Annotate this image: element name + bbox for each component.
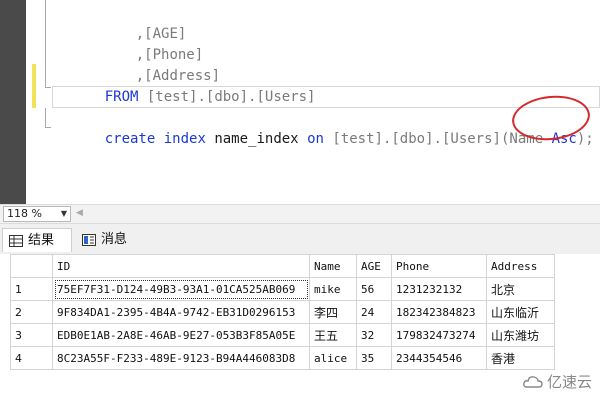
fold-guide-end — [45, 127, 51, 128]
cell-address[interactable]: 山东潍坊 — [486, 323, 555, 347]
table-row: 2 9F834DA1-2395-4B4A-9742-EB31D0296153 李… — [10, 300, 555, 324]
zoom-dropdown[interactable]: 118 % ▼ — [3, 206, 71, 222]
table-row: 3 EDB0E1AB-2A8E-46AB-9E27-053B3F85A05E 王… — [10, 323, 555, 347]
column-header[interactable]: Name — [309, 254, 357, 278]
results-grid-area: ID Name AGE Phone Address 1 75EF7F31-D12… — [0, 254, 600, 400]
cell-name[interactable]: mike — [309, 277, 357, 301]
sql-editor[interactable]: ,[AGE] ,[Phone] ,[Address] FROM [test].[… — [0, 0, 600, 204]
message-icon — [82, 234, 96, 246]
column-header[interactable]: AGE — [356, 254, 392, 278]
cell-name[interactable]: alice — [309, 346, 357, 370]
row-number[interactable]: 4 — [10, 346, 53, 370]
cell-name[interactable]: 王五 — [309, 323, 357, 347]
watermark-text: 亿速云 — [546, 373, 592, 391]
watermark: 亿速云 — [523, 371, 592, 392]
cell-id[interactable]: 8C23A55F-F233-489E-9123-B94A446083D8 — [52, 346, 310, 370]
chevron-down-icon: ▼ — [60, 209, 67, 218]
fold-guide-end — [45, 87, 51, 88]
cell-age[interactable]: 32 — [356, 323, 392, 347]
column-header[interactable]: ID — [52, 254, 310, 278]
zoom-bar: 118 % ▼ ◀ — [0, 204, 600, 224]
results-table[interactable]: ID Name AGE Phone Address 1 75EF7F31-D12… — [10, 254, 555, 370]
result-tabs: 结果 消息 — [0, 224, 600, 254]
cell-phone[interactable]: 179832473274 — [391, 323, 487, 347]
cell-address[interactable]: 北京 — [486, 277, 555, 301]
row-number[interactable]: 3 — [10, 323, 53, 347]
cell-name[interactable]: 李四 — [309, 300, 357, 324]
change-indicator — [32, 64, 36, 88]
table-row: 4 8C23A55F-F233-489E-9123-B94A446083D8 a… — [10, 346, 555, 370]
fold-guide — [45, 0, 46, 88]
cell-phone[interactable]: 182342384823 — [391, 300, 487, 324]
tab-messages-label: 消息 — [101, 232, 128, 247]
grid-icon — [9, 234, 23, 247]
cell-phone[interactable]: 1231232132 — [391, 277, 487, 301]
tab-results[interactable]: 结果 — [2, 228, 72, 252]
tab-messages[interactable]: 消息 — [76, 228, 140, 252]
editor-left-panel — [0, 0, 26, 204]
cell-age[interactable]: 56 — [356, 277, 392, 301]
scroll-left-arrow-icon[interactable]: ◀ — [76, 208, 83, 218]
cloud-logo-icon — [523, 375, 543, 388]
code-line-phone[interactable]: ,[Phone] — [102, 25, 203, 63]
cell-id[interactable]: 75EF7F31-D124-49B3-93A1-01CA525AB069 — [52, 277, 310, 301]
column-header[interactable]: Address — [486, 254, 555, 278]
cell-address[interactable]: 香港 — [486, 346, 555, 370]
cell-id[interactable]: 9F834DA1-2395-4B4A-9742-EB31D0296153 — [52, 300, 310, 324]
cell-address[interactable]: 山东临沂 — [486, 300, 555, 324]
table-header-row: ID Name AGE Phone Address — [10, 254, 555, 278]
corner-cell[interactable] — [10, 254, 53, 278]
cell-age[interactable]: 24 — [356, 300, 392, 324]
change-indicator — [32, 88, 36, 108]
cell-phone[interactable]: 2344354546 — [391, 346, 487, 370]
cell-age[interactable]: 35 — [356, 346, 392, 370]
row-number[interactable]: 2 — [10, 300, 53, 324]
cell-id[interactable]: EDB0E1AB-2A8E-46AB-9E27-053B3F85A05E — [52, 323, 310, 347]
fold-guide — [45, 108, 46, 128]
code-line-age[interactable]: ,[AGE] — [102, 4, 187, 42]
code-line-address[interactable]: ,[Address] — [102, 46, 220, 84]
table-row: 1 75EF7F31-D124-49B3-93A1-01CA525AB069 m… — [10, 277, 555, 301]
column-header[interactable]: Phone — [391, 254, 487, 278]
row-number[interactable]: 1 — [10, 277, 53, 301]
code-line-from[interactable]: FROM [test].[dbo].[Users] — [71, 67, 316, 105]
tab-results-label: 结果 — [28, 232, 55, 248]
